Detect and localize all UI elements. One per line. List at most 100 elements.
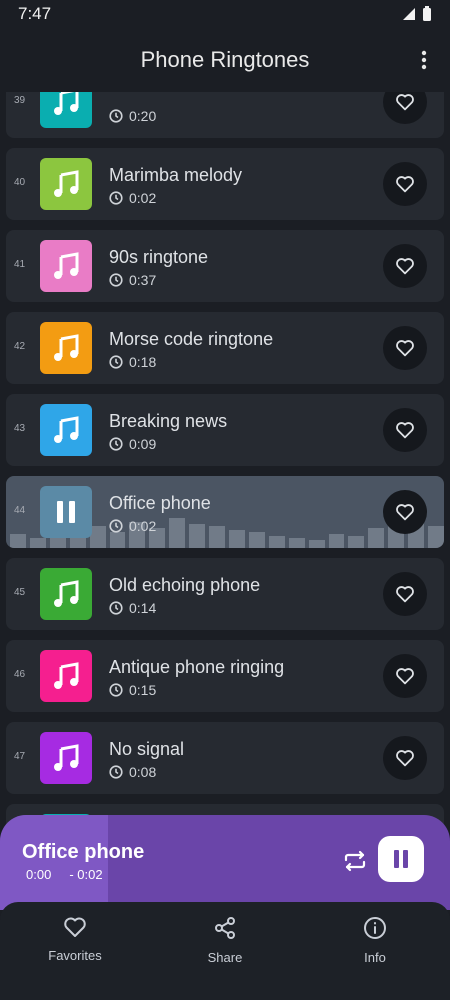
repeat-button[interactable] [342, 849, 368, 873]
row-number: 43 [14, 423, 26, 434]
status-bar: 7:47 [0, 0, 450, 28]
ringtone-title: Breaking news [109, 411, 228, 431]
ringtone-list[interactable]: 39 0:20 40 Marimba melody 0:02 41 90s ringtone… [0, 92, 450, 902]
pause-button[interactable] [378, 836, 424, 882]
ringtone-row[interactable]: 43 Breaking news 0:09 [6, 394, 444, 466]
waveform-bar [288, 538, 305, 548]
ringtone-duration: 0:09 [109, 436, 156, 452]
waveform-bar [109, 532, 126, 548]
nav-info-label: Info [364, 950, 386, 965]
ringtone-row[interactable]: 44 Office phone 0:02 [6, 476, 444, 548]
waveform-bar [89, 526, 106, 548]
heart-outline-icon [396, 750, 414, 767]
duration-text: 0:15 [129, 682, 157, 698]
row-number: 40 [14, 177, 26, 188]
ringtone-row[interactable]: 46 Antique phone ringing 0:15 [6, 640, 444, 712]
music-note-icon [54, 252, 79, 279]
row-play-thumbnail[interactable] [40, 568, 92, 620]
ringtone-duration: 0:15 [109, 682, 156, 698]
row-play-thumbnail[interactable] [40, 92, 92, 128]
music-note-icon [54, 662, 79, 689]
ringtone-title: No signal [109, 739, 185, 759]
favorite-button[interactable] [383, 162, 427, 206]
row-play-thumbnail[interactable] [40, 322, 92, 374]
waveform-bar [368, 528, 385, 548]
duration-text: 0:37 [129, 272, 157, 288]
music-note-icon [54, 416, 79, 443]
duration-text: 0:08 [129, 764, 157, 780]
waveform-bar [428, 526, 444, 548]
heart-outline-icon [396, 668, 414, 685]
clock-icon [109, 683, 123, 697]
waveform-bar [189, 524, 206, 548]
clock-icon [109, 191, 123, 205]
bottom-navigation: Favorites Share Info [0, 902, 450, 1000]
now-playing-bar[interactable]: Office phone 0:00 - 0:02 [0, 815, 450, 910]
ringtone-row[interactable]: 41 90s ringtone 0:37 [6, 230, 444, 302]
ringtone-row[interactable]: 39 0:20 [6, 92, 444, 138]
ringtone-row[interactable]: 45 Old echoing phone 0:14 [6, 558, 444, 630]
heart-outline-icon [396, 504, 414, 521]
waveform-bar [348, 536, 365, 548]
waveform-bar [209, 526, 225, 548]
clock-icon [109, 519, 123, 533]
heart-outline-icon [396, 176, 414, 193]
favorite-button[interactable] [383, 572, 427, 616]
waveform-bar [308, 540, 325, 548]
favorite-button[interactable] [383, 92, 427, 124]
heart-outline-icon [396, 94, 414, 111]
duration-text: 0:14 [129, 600, 157, 616]
waveform-bar [328, 534, 345, 548]
row-play-thumbnail[interactable] [40, 732, 92, 784]
nav-info[interactable]: Info [320, 916, 430, 1000]
waveform-bar [10, 534, 26, 548]
favorite-button[interactable] [383, 490, 427, 534]
heart-outline-icon [396, 422, 414, 439]
status-time: 7:47 [18, 4, 52, 23]
heart-icon [64, 917, 86, 937]
ringtone-row[interactable]: 40 Marimba melody 0:02 [6, 148, 444, 220]
row-play-thumbnail[interactable] [40, 404, 92, 456]
duration-text: 0:20 [129, 108, 157, 124]
ringtone-title: Antique phone ringing [109, 657, 285, 677]
waveform-bar [29, 538, 46, 548]
waveform-bar [228, 530, 245, 548]
row-number: 41 [14, 259, 26, 270]
nav-share-label: Share [207, 950, 243, 965]
music-note-icon [54, 92, 79, 115]
ringtone-title: Morse code ringtone [109, 329, 274, 349]
remaining-time: - 0:02 [69, 867, 103, 882]
row-play-thumbnail[interactable] [40, 650, 92, 702]
music-note-icon [54, 170, 79, 197]
nav-favorites[interactable]: Favorites [20, 916, 130, 1000]
heart-outline-icon [396, 340, 414, 357]
nav-share[interactable]: Share [170, 916, 280, 1000]
ringtone-row[interactable]: 47 No signal 0:08 [6, 722, 444, 794]
waveform-bar [248, 532, 265, 548]
ringtone-duration: 0:37 [109, 272, 156, 288]
row-pause-button[interactable] [40, 486, 92, 538]
music-note-icon [54, 580, 79, 607]
status-icons [402, 6, 432, 22]
row-play-thumbnail[interactable] [40, 240, 92, 292]
music-note-icon [54, 744, 79, 771]
favorite-button[interactable] [383, 736, 427, 780]
clock-icon [109, 355, 123, 369]
favorite-button[interactable] [383, 654, 427, 698]
row-number: 42 [14, 341, 26, 352]
info-icon [364, 917, 386, 939]
overflow-menu-button[interactable] [412, 48, 436, 72]
favorite-button[interactable] [383, 408, 427, 452]
row-number: 46 [14, 669, 26, 680]
clock-icon [109, 765, 123, 779]
heart-outline-icon [396, 258, 414, 275]
ringtone-row[interactable]: 42 Morse code ringtone 0:18 [6, 312, 444, 384]
favorite-button[interactable] [383, 244, 427, 288]
elapsed-time: 0:00 [26, 867, 52, 882]
repeat-icon [344, 850, 366, 872]
duration-text: 0:09 [129, 436, 157, 452]
favorite-button[interactable] [383, 326, 427, 370]
pause-icon [394, 850, 408, 868]
row-play-thumbnail[interactable] [40, 158, 92, 210]
music-note-icon [54, 334, 79, 361]
